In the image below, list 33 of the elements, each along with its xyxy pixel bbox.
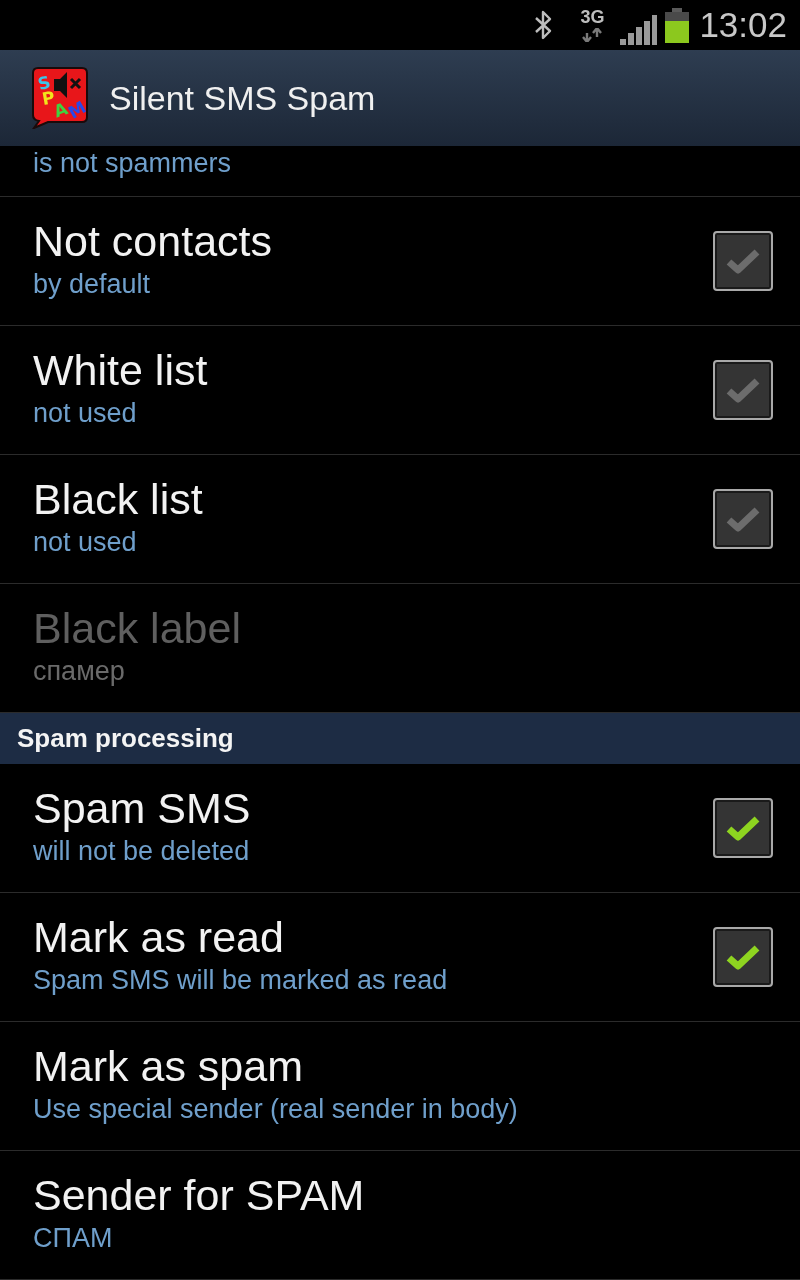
checkbox[interactable] xyxy=(713,927,773,987)
clock: 13:02 xyxy=(699,5,787,45)
preference-summary: will not be deleted xyxy=(33,835,250,867)
battery-icon xyxy=(665,7,690,43)
preference-title[interactable]: Black list xyxy=(33,474,203,524)
network-type: 3G xyxy=(580,8,605,26)
preference-title[interactable]: Mark as read xyxy=(33,912,284,962)
data-arrows-icon xyxy=(582,28,603,42)
preference-title[interactable]: White list xyxy=(33,345,208,395)
preference-summary: not used xyxy=(33,526,137,558)
checkmark-icon xyxy=(726,506,760,532)
preference-summary: is not spammers xyxy=(33,147,232,180)
preference-summary: Spam SMS will be marked as read xyxy=(33,964,448,996)
checkmark-icon xyxy=(726,377,760,403)
preference-summary: СПАМ xyxy=(33,1222,113,1254)
checkmark-icon xyxy=(726,248,760,274)
checkbox[interactable] xyxy=(713,231,773,291)
checkmark-icon xyxy=(726,944,760,970)
preference-summary: спамер xyxy=(33,655,125,687)
preference-title[interactable]: Sender for SPAM xyxy=(33,1170,365,1220)
preference-summary: not used xyxy=(33,397,137,429)
checkbox[interactable] xyxy=(713,489,773,549)
category-header: Spam processing xyxy=(0,713,800,764)
preference-title[interactable]: Mark as spam xyxy=(33,1041,303,1091)
preference-summary: by default xyxy=(33,268,151,300)
preference-title[interactable]: Not contacts xyxy=(33,216,272,266)
preference-title[interactable]: Spam SMS xyxy=(33,783,251,833)
app-title: Silent SMS Spam xyxy=(109,78,376,118)
checkbox[interactable] xyxy=(713,798,773,858)
preference-summary: Use special sender (real sender in body) xyxy=(33,1093,518,1125)
checkmark-icon xyxy=(726,815,760,841)
signal-icon xyxy=(620,15,658,45)
checkbox[interactable] xyxy=(713,360,773,420)
